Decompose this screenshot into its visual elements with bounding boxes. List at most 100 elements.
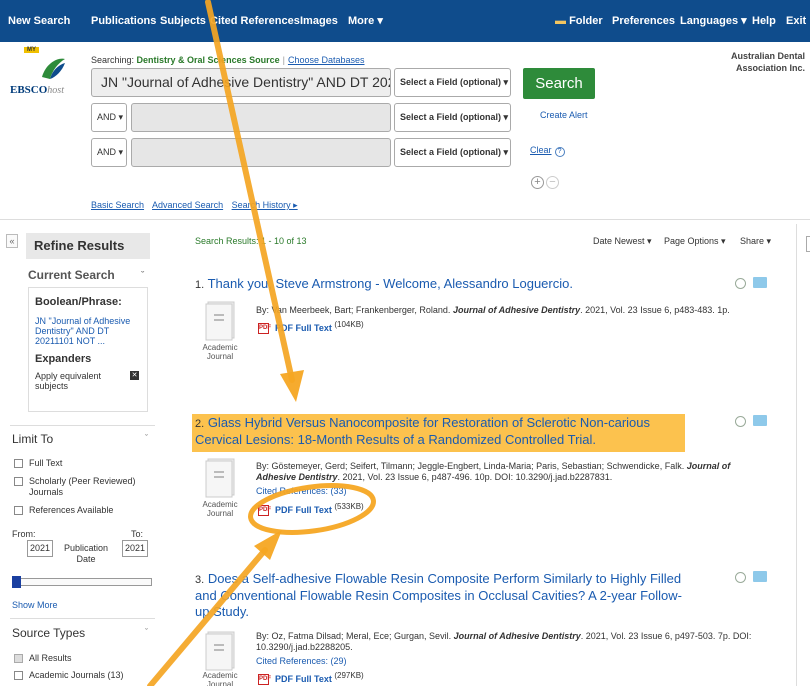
doc-type-label: Academic Journal (202, 343, 238, 361)
field-select-3[interactable]: Select a Field (optional) ▾ (394, 138, 511, 167)
pdf-label: PDF Full Text (275, 505, 332, 515)
top-navigation-bar: New Search Publications Subjects Cited R… (0, 0, 810, 42)
search-input-3[interactable] (131, 138, 391, 167)
pdf-size: (297KB) (334, 671, 364, 680)
nav-exit[interactable]: Exit (786, 0, 806, 42)
create-alert-link[interactable]: Create Alert (540, 110, 588, 120)
database-name: Dentistry & Oral Sciences Source (136, 55, 280, 65)
result-2-actions (735, 415, 767, 429)
result-2-meta: By: Göstemeyer, Gerd; Seifert, Tilmann; … (256, 461, 731, 482)
add-to-folder-icon[interactable] (753, 415, 767, 426)
from-year-input[interactable]: 2021 (27, 540, 53, 557)
result-3-cited-references[interactable]: Cited References: (29) (256, 656, 347, 666)
result-1-title[interactable]: 1. Thank you, Steve Armstrong - Welcome,… (195, 276, 573, 293)
remove-expander-icon[interactable]: ✕ (130, 371, 139, 380)
date-range-slider[interactable] (12, 576, 152, 588)
help-icon[interactable]: ? (554, 147, 565, 157)
chevron-down-icon: ˇ (145, 433, 148, 443)
search-input-1[interactable]: JN "Journal of Adhesive Dentistry" AND D… (91, 68, 391, 97)
preview-icon[interactable] (735, 278, 746, 289)
result-3-pdf-link[interactable]: PDF PDF Full Text (297KB) (258, 671, 364, 686)
pdf-label: PDF Full Text (275, 674, 332, 684)
result-3-title[interactable]: 3. Does a Self-adhesive Flowable Resin C… (195, 571, 725, 620)
clear-link[interactable]: Clear? (530, 145, 565, 157)
pdf-icon: PDF (258, 674, 271, 686)
collapse-sidebar-button[interactable]: « (6, 234, 18, 248)
source-types-heading[interactable]: Source Types (12, 626, 85, 640)
nav-more[interactable]: More ▾ (348, 0, 383, 42)
current-query-link[interactable]: JN "Journal of Adhesive Dentistry" AND D… (35, 316, 141, 346)
nav-preferences[interactable]: Preferences (612, 0, 675, 42)
choose-databases-link[interactable]: Choose Databases (288, 55, 365, 65)
search-input-2[interactable] (131, 103, 391, 132)
references-available-label: References Available (29, 505, 114, 515)
field-select-2[interactable]: Select a Field (optional) ▾ (394, 103, 511, 132)
search-history-link[interactable]: Search History ▸ (232, 200, 298, 210)
nav-new-search[interactable]: New Search (8, 0, 70, 42)
add-remove-rows: + − (531, 174, 561, 189)
add-to-folder-icon[interactable] (753, 277, 767, 288)
document-icon (205, 631, 235, 671)
result-3-meta: By: Oz, Fatma Dilsad; Meral, Ece; Gurgan… (256, 631, 752, 652)
sort-dropdown[interactable]: Date Newest ▾ (593, 236, 652, 247)
basic-search-link[interactable]: Basic Search (91, 200, 144, 210)
nav-images[interactable]: Images (300, 0, 338, 42)
limit-to-heading[interactable]: Limit To (12, 432, 53, 446)
show-more-link[interactable]: Show More (12, 600, 58, 610)
result-title-text: up Study. (195, 604, 249, 619)
peer-reviewed-label: Scholarly (Peer Reviewed) Journals (29, 476, 136, 497)
result-2-cited-references[interactable]: Cited References: (33) (256, 486, 347, 496)
search-button[interactable]: Search (523, 68, 595, 99)
academic-journals-label: Academic Journals (13) (29, 670, 124, 680)
references-available-checkbox[interactable] (14, 506, 23, 515)
document-icon (205, 301, 235, 341)
right-panel-toggle[interactable] (806, 236, 810, 252)
page-options-dropdown[interactable]: Page Options ▾ (664, 236, 726, 247)
to-year-input[interactable]: 2021 (122, 540, 148, 557)
searching-line: Searching: Dentistry & Oral Sciences Sou… (91, 55, 365, 65)
result-2-title[interactable]: 2. Glass Hybrid Versus Nanocomposite for… (192, 414, 685, 452)
institution-name: Australian Dental Association Inc. (730, 51, 805, 73)
current-search-box: Boolean/Phrase: JN "Journal of Adhesive … (28, 287, 148, 412)
nav-publications[interactable]: Publications (91, 0, 156, 42)
divider (10, 425, 155, 426)
searching-label: Searching: (91, 55, 137, 65)
result-1-pdf-link[interactable]: PDF PDF Full Text (104KB) (258, 320, 364, 335)
nav-help[interactable]: Help (752, 0, 776, 42)
bool-operator-3[interactable]: AND ▾ (91, 138, 127, 167)
publication-date-label: Publication Date (63, 543, 109, 564)
nav-subjects[interactable]: Subjects (160, 0, 206, 42)
all-results-checkbox[interactable] (14, 654, 23, 663)
nav-cited-references[interactable]: Cited References (210, 0, 300, 42)
ebsco-swoosh-icon (42, 58, 65, 79)
all-results-label: All Results (29, 653, 72, 663)
current-search-label: Current Search (28, 268, 115, 282)
add-to-folder-icon[interactable] (753, 571, 767, 582)
divider (10, 618, 155, 619)
remove-row-icon[interactable]: − (546, 176, 559, 189)
nav-folder[interactable]: ▬ Folder (555, 0, 603, 42)
pdf-icon: PDF (258, 505, 271, 517)
expander-item: Apply equivalent subjects ✕ (35, 371, 141, 391)
expanders-label: Expanders (35, 353, 92, 365)
advanced-search-link[interactable]: Advanced Search (152, 200, 223, 210)
result-2-pdf-link[interactable]: PDF PDF Full Text (533KB) (258, 502, 364, 517)
divider (796, 224, 797, 686)
result-number: 2. (195, 418, 205, 430)
ebscohost-logo[interactable]: MY EBSCOhost (10, 47, 80, 105)
preview-icon[interactable] (735, 572, 746, 583)
field-select-1[interactable]: Select a Field (optional) ▾ (394, 68, 511, 97)
preview-icon[interactable] (735, 416, 746, 427)
clear-label: Clear (530, 145, 552, 155)
nav-languages[interactable]: Languages ▾ (680, 0, 747, 42)
full-text-checkbox[interactable] (14, 459, 23, 468)
academic-journals-checkbox[interactable] (14, 671, 23, 680)
pdf-size: (104KB) (334, 320, 364, 329)
peer-reviewed-checkbox[interactable] (14, 477, 23, 486)
add-row-icon[interactable]: + (531, 176, 544, 189)
bool-operator-2[interactable]: AND ▾ (91, 103, 127, 132)
to-label: To: (131, 529, 144, 539)
slider-handle[interactable] (12, 576, 21, 588)
share-dropdown[interactable]: Share ▾ (740, 236, 771, 247)
result-1-actions (735, 277, 767, 291)
